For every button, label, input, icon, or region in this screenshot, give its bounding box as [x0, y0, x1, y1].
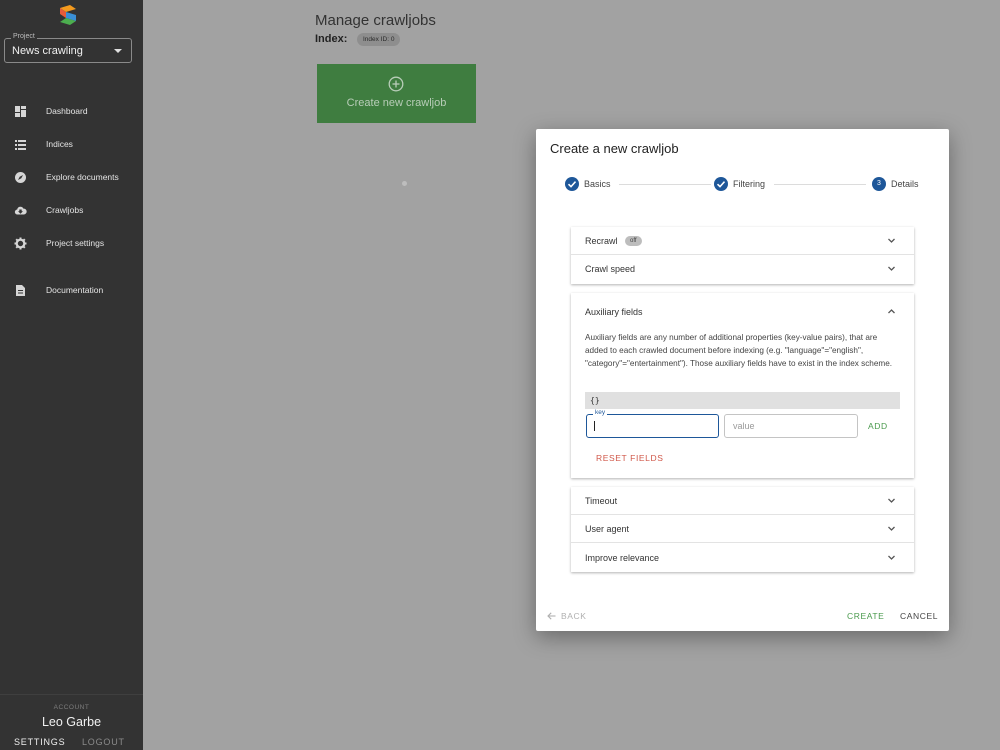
accordion-timeout[interactable]: Timeout — [571, 487, 914, 515]
create-crawljob-dialog: Create a new crawljob Basics Filtering 3… — [536, 129, 949, 631]
step-label: Details — [891, 179, 919, 189]
index-id-chip: Index ID: 0 — [357, 33, 401, 46]
check-circle-icon — [714, 177, 728, 191]
panel-group-top: Recrawl off Crawl speed — [571, 227, 914, 284]
step-connector — [774, 184, 866, 185]
compass-icon — [15, 172, 26, 183]
step-label: Filtering — [733, 179, 766, 189]
accordion-title: Improve relevance — [585, 553, 660, 563]
sidebar-item-indices[interactable]: Indices — [0, 134, 143, 156]
check-circle-icon — [565, 177, 579, 191]
accordion-improve-relevance[interactable]: Improve relevance — [571, 544, 914, 572]
chevron-up-icon — [888, 309, 895, 314]
sidebar-item-crawljobs[interactable]: Crawljobs — [0, 200, 143, 222]
chevron-down-icon — [888, 498, 895, 503]
sidebar: Project News crawling Dashboard Indices … — [0, 0, 143, 750]
sidebar-item-explore-documents[interactable]: Explore documents — [0, 167, 143, 189]
sidebar-item-dashboard[interactable]: Dashboard — [0, 101, 143, 123]
accordion-title: Crawl speed — [585, 264, 636, 274]
sidebar-item-label: Indices — [46, 139, 73, 149]
chevron-down-icon — [888, 266, 895, 271]
sidebar-item-label: Crawljobs — [46, 205, 84, 215]
sidebar-item-label: Dashboard — [46, 106, 88, 116]
cancel-button[interactable]: CANCEL — [900, 611, 938, 621]
accordion-title: Auxiliary fields — [585, 307, 643, 317]
sidebar-item-documentation[interactable]: Documentation — [0, 280, 143, 302]
create-crawljob-label: Create new crawljob — [346, 97, 447, 109]
dialog-title: Create a new crawljob — [550, 141, 679, 156]
accordion-auxiliary-fields: Auxiliary fields Auxiliary fields are an… — [571, 293, 914, 478]
step-connector — [619, 184, 711, 185]
dashboard-icon — [15, 106, 26, 117]
app-logo-icon — [60, 5, 76, 25]
accordion-title: User agent — [585, 524, 630, 534]
accordion-title: Timeout — [585, 496, 618, 506]
loading-dot — [402, 181, 407, 186]
document-icon — [16, 285, 25, 296]
value-input-placeholder: value — [733, 421, 755, 431]
auxiliary-json-preview: {} — [585, 392, 900, 409]
sidebar-item-project-settings[interactable]: Project settings — [0, 233, 143, 255]
account-label: ACCOUNT — [53, 704, 90, 711]
project-select-value: News crawling — [12, 45, 83, 57]
sidebar-item-label: Documentation — [46, 285, 104, 295]
sidebar-item-label: Project settings — [46, 238, 105, 248]
auxiliary-header[interactable]: Auxiliary fields — [571, 293, 914, 321]
key-input[interactable]: key — [586, 409, 719, 438]
chevron-down-icon — [888, 526, 895, 531]
auxiliary-description: Auxiliary fields are any number of addit… — [585, 333, 893, 368]
create-button[interactable]: CREATE — [847, 611, 884, 621]
settings-link[interactable]: SETTINGS — [14, 737, 65, 747]
accordion-recrawl[interactable]: Recrawl off — [571, 227, 914, 255]
gear-icon — [14, 237, 27, 250]
panel-group-bottom: Timeout User agent Improve relevance — [571, 487, 914, 572]
caret-down-icon — [114, 49, 122, 53]
page-title: Manage crawljobs — [315, 12, 436, 29]
step-number: 3 — [877, 180, 881, 187]
arrow-left-icon — [547, 612, 556, 620]
accordion-crawl-speed[interactable]: Crawl speed — [571, 255, 914, 283]
plus-circle-icon — [388, 76, 404, 92]
accordion-title: Recrawl — [585, 236, 618, 246]
account-section: ACCOUNT Leo Garbe SETTINGS LOGOUT — [0, 694, 143, 750]
project-select-label: Project — [11, 33, 37, 40]
chevron-down-icon — [888, 238, 895, 243]
cloud-download-icon — [14, 206, 27, 215]
back-button-label: BACK — [561, 611, 587, 621]
logout-link[interactable]: LOGOUT — [82, 737, 125, 747]
recrawl-status-chip: off — [625, 236, 642, 246]
chevron-down-icon — [888, 555, 895, 560]
accordion-user-agent[interactable]: User agent — [571, 515, 914, 543]
key-input-label: key — [593, 409, 608, 416]
step-label: Basics — [584, 179, 611, 189]
account-name: Leo Garbe — [41, 715, 102, 729]
create-crawljob-card[interactable]: Create new crawljob — [317, 64, 476, 123]
sidebar-item-label: Explore documents — [46, 172, 119, 182]
reset-fields-button[interactable]: RESET FIELDS — [596, 453, 664, 463]
project-select[interactable]: Project News crawling — [4, 33, 132, 63]
list-icon — [15, 140, 26, 150]
text-cursor — [594, 421, 595, 431]
add-field-button[interactable]: ADD — [868, 421, 888, 431]
value-input[interactable]: value — [724, 414, 858, 438]
index-label: Index: — [315, 33, 348, 45]
